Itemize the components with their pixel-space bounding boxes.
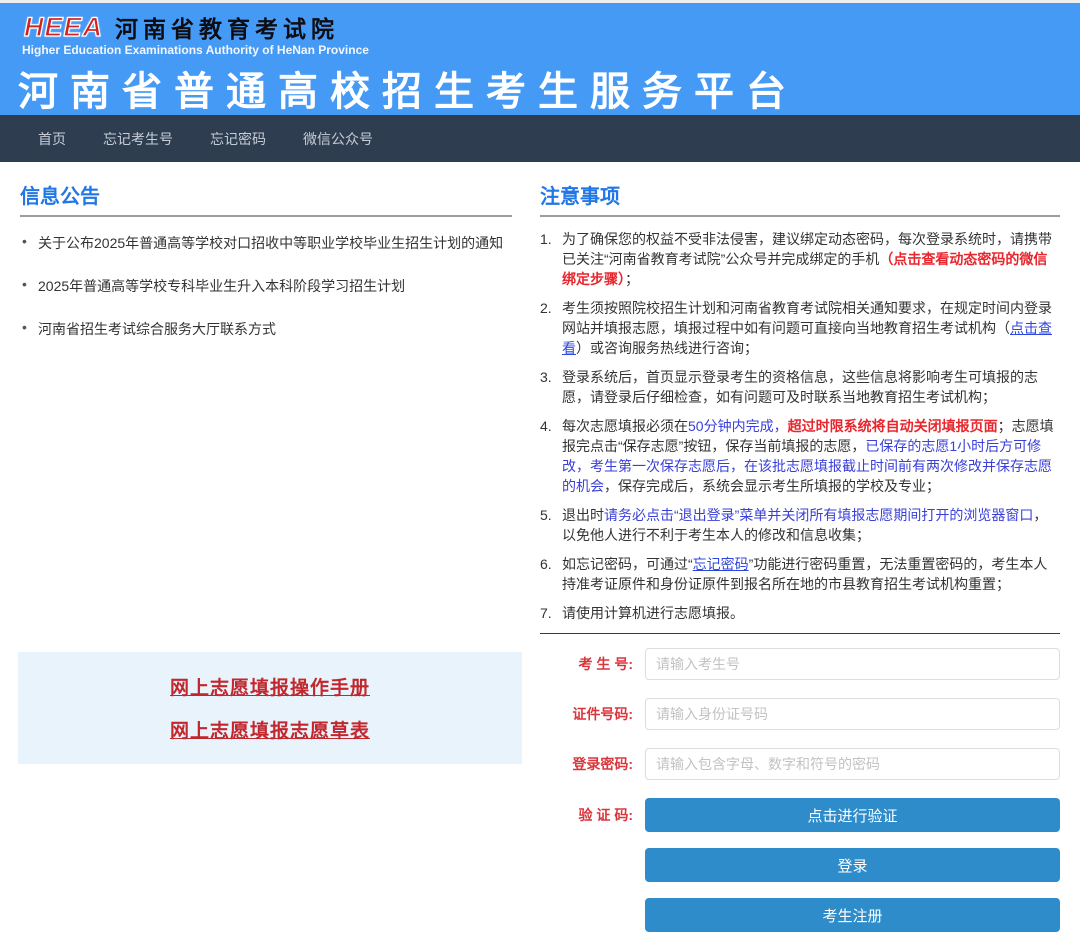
notice-text: 考生须按照院校招生计划和河南省教育考试院相关通知要求，在规定时间内登录网站并填报… <box>562 300 1052 336</box>
volunteer-manual-link[interactable]: 网上志愿填报操作手册 <box>170 673 370 700</box>
notice-item: 5. 退出时请务必点击“退出登录”菜单并关闭所有填报志愿期间打开的浏览器窗口，以免… <box>540 505 1060 545</box>
notice-text: 请务必点击“退出登录”菜单并关闭所有填报志愿期间打开的浏览器窗口 <box>604 507 1034 523</box>
register-row: 考生注册 <box>540 898 1060 932</box>
captcha-verify-button[interactable]: 点击进行验证 <box>645 798 1060 832</box>
candidate-number-input[interactable] <box>645 648 1060 680</box>
bulletin-section: 信息公告 关于公布2025年普通高等学校对口招收中等职业学校毕业生招生计划的通知… <box>20 180 512 362</box>
page-title: 河南省普通高校招生考生服务平台 <box>18 70 798 114</box>
nav-item-home[interactable]: 首页 <box>38 129 66 149</box>
notice-inline-link[interactable]: 忘记密码 <box>693 556 749 572</box>
login-row: 登录 <box>540 848 1060 882</box>
id-number-label: 证件号码: <box>572 706 633 722</box>
notice-text: 退出时 <box>562 507 604 523</box>
bulletin-list: 关于公布2025年普通高等学校对口招收中等职业学校毕业生招生计划的通知 2025… <box>20 233 512 339</box>
logo-row: HEEA 河南省教育考试院 <box>20 10 339 44</box>
id-number-row: 证件号码: <box>540 698 1060 730</box>
notice-text: 如忘记密码，可通过“ <box>562 556 693 572</box>
org-name-en: Higher Education Examinations Authority … <box>22 43 369 57</box>
document-links-panel: 网上志愿填报操作手册 网上志愿填报志愿草表 <box>18 652 522 764</box>
captcha-row: 验 证 码: 点击进行验证 <box>540 798 1060 832</box>
nav-item-wechat-account[interactable]: 微信公众号 <box>303 129 373 149</box>
heea-logo-icon: HEEA <box>23 11 104 42</box>
notice-text: ）或咨询服务热线进行咨询； <box>576 340 758 356</box>
id-number-input[interactable] <box>645 698 1060 730</box>
notice-item-number: 5. <box>540 507 552 523</box>
notice-item: 6. 如忘记密码，可通过“忘记密码”功能进行密码重置，无法重置密码的，考生本人持准… <box>540 554 1060 594</box>
notice-item-number: 3. <box>540 369 552 385</box>
notice-item-number: 2. <box>540 300 552 316</box>
bulletin-item[interactable]: 河南省招生考试综合服务大厅联系方式 <box>20 319 512 339</box>
notice-item-number: 6. <box>540 556 552 572</box>
notices-section: 注意事项 1. 为了确保您的权益不受非法侵害，建议绑定动态密码，每次登录系统时，请… <box>540 180 1060 948</box>
notice-text: 登录系统后，首页显示登录考生的资格信息，这些信息将影响考生可填报的志愿，请登录后… <box>562 369 1038 405</box>
notice-item: 3. 登录系统后，首页显示登录考生的资格信息，这些信息将影响考生可填报的志愿，请登… <box>540 367 1060 407</box>
bulletin-item[interactable]: 2025年普通高等学校专科毕业生升入本科阶段学习招生计划 <box>20 276 512 296</box>
login-button[interactable]: 登录 <box>645 848 1060 882</box>
bulletin-title: 信息公告 <box>20 180 512 217</box>
password-input[interactable] <box>645 748 1060 780</box>
volunteer-draft-form-link[interactable]: 网上志愿填报志愿草表 <box>170 716 370 743</box>
notice-item: 4. 每次志愿填报必须在50分钟内完成，超过时限系统将自动关闭填报页面；志愿填报完… <box>540 416 1060 496</box>
divider <box>540 633 1060 634</box>
notice-text: 超过时限系统将自动关闭填报页面 <box>787 418 998 434</box>
nav-item-forgot-candidate-number[interactable]: 忘记考生号 <box>103 129 173 149</box>
notice-item-number: 7. <box>540 605 552 621</box>
nav-item-forgot-password[interactable]: 忘记密码 <box>210 129 266 149</box>
notice-text: ； <box>625 271 639 287</box>
notice-list: 1. 为了确保您的权益不受非法侵害，建议绑定动态密码，每次登录系统时，请携带已关注… <box>540 229 1060 623</box>
login-form: 考 生 号: 证件号码: 登录密码: 验 证 码: 点击进行验证 登录 考生注册 <box>540 648 1060 932</box>
bulletin-item[interactable]: 关于公布2025年普通高等学校对口招收中等职业学校毕业生招生计划的通知 <box>20 233 512 253</box>
register-button[interactable]: 考生注册 <box>645 898 1060 932</box>
main-nav: 首页 忘记考生号 忘记密码 微信公众号 <box>0 115 1080 162</box>
notice-item: 7. 请使用计算机进行志愿填报。 <box>540 603 1060 623</box>
notice-item-number: 4. <box>540 418 552 434</box>
org-name-cn: 河南省教育考试院 <box>115 16 340 42</box>
notice-text: 每次志愿填报必须在 <box>562 418 688 434</box>
notice-item: 1. 为了确保您的权益不受非法侵害，建议绑定动态密码，每次登录系统时，请携带已关注… <box>540 229 1060 289</box>
notice-text: 请使用计算机进行志愿填报。 <box>562 605 744 621</box>
candidate-number-label: 考 生 号: <box>578 656 633 672</box>
notice-item-number: 1. <box>540 231 552 247</box>
captcha-label: 验 证 码: <box>578 807 633 823</box>
notice-text: 50分钟内完成， <box>688 418 788 434</box>
notice-item: 2. 考生须按照院校招生计划和河南省教育考试院相关通知要求，在规定时间内登录网站并… <box>540 298 1060 358</box>
notice-text: ，保存完成后，系统会显示考生所填报的学校及专业； <box>604 478 940 494</box>
notices-title: 注意事项 <box>540 180 1060 217</box>
password-label: 登录密码: <box>572 756 633 772</box>
password-row: 登录密码: <box>540 748 1060 780</box>
candidate-number-row: 考 生 号: <box>540 648 1060 680</box>
site-header: HEEA 河南省教育考试院 Higher Education Examinati… <box>0 3 1080 115</box>
